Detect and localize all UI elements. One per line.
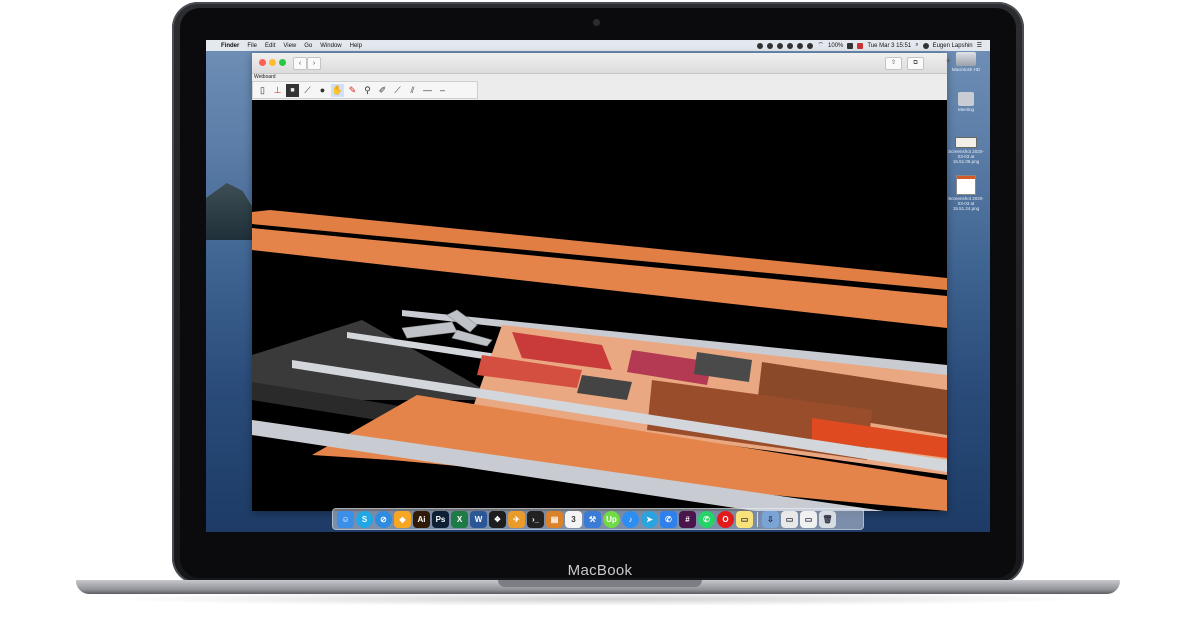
line-tool-icon[interactable]: ⟋: [391, 84, 404, 97]
document-stack-icon[interactable]: ▭: [800, 510, 817, 528]
flag-icon[interactable]: [857, 42, 864, 49]
messenger-icon[interactable]: ✆: [660, 510, 677, 528]
word-icon[interactable]: W: [470, 510, 487, 528]
upwork-icon[interactable]: Up: [603, 510, 620, 528]
hard-drive-icon: [956, 52, 976, 66]
dash-tool-icon[interactable]: –: [436, 84, 449, 97]
layer-tool-icon[interactable]: ■: [286, 83, 299, 97]
illustrator-icon[interactable]: Ai: [413, 510, 430, 528]
tool-palette: ▯ ⊥ ■ ⟋ ● ✋ ✎ ⚲ ✐ ⟋ ⫽ — –: [252, 81, 478, 99]
finder-icon[interactable]: ☺: [337, 510, 354, 528]
control-center-icon[interactable]: ☰: [977, 42, 982, 49]
trash-icon[interactable]: 🗑: [819, 510, 836, 528]
forward-button[interactable]: ›: [307, 57, 321, 70]
folder-icon: [958, 92, 974, 106]
menu-edit[interactable]: Edit: [265, 43, 275, 49]
flat-line-tool-icon[interactable]: —: [421, 84, 434, 97]
page-tool-icon[interactable]: ▯: [256, 84, 269, 97]
menu-go[interactable]: Go: [304, 43, 312, 49]
calendar-icon[interactable]: 3: [565, 510, 582, 528]
tabs-button[interactable]: ⧉: [907, 57, 924, 70]
opera-icon[interactable]: O: [717, 510, 734, 528]
back-button[interactable]: ‹: [293, 57, 307, 70]
search-icon[interactable]: ⌕: [915, 42, 918, 49]
multi-line-tool-icon[interactable]: ⫽: [406, 84, 419, 97]
menu-bar: Finder File Edit View Go Window Help ⌔ 1…: [206, 40, 990, 51]
3d-scene: [252, 210, 947, 511]
user-name[interactable]: Eugen Lapshin: [933, 43, 973, 49]
status-area: ⌔ 100% Tue Mar 3 15:51 ⌕ Eugen Lapshin ☰: [757, 40, 982, 51]
skype-icon[interactable]: S: [356, 510, 373, 528]
camera-icon: [593, 19, 600, 26]
notes-icon[interactable]: ▭: [736, 510, 753, 528]
status-app-icon[interactable]: [787, 42, 794, 49]
pin-tool-icon[interactable]: ✎: [346, 84, 359, 97]
desktop-icon-meeting[interactable]: Meeting: [946, 92, 986, 112]
slack-icon[interactable]: #: [679, 510, 696, 528]
title-bar[interactable]: ‹ › ⇧ ⧉ +: [252, 53, 951, 74]
bluetooth-icon[interactable]: [807, 42, 814, 49]
terminal-icon[interactable]: ›_: [527, 510, 544, 528]
xcode-icon[interactable]: ⚒: [584, 510, 601, 528]
device-brand: MacBook: [567, 562, 633, 579]
desktop-icon-screenshot-2[interactable]: Screenshot 2020-03-03 at 15.51.24.png: [946, 175, 986, 211]
brush-tool-icon[interactable]: ✐: [376, 84, 389, 97]
desktop: Finder File Edit View Go Window Help ⌔ 1…: [206, 40, 990, 532]
desktop-icon-hd[interactable]: Macintosh HD: [946, 52, 986, 72]
app-title: Wetboard: [254, 74, 276, 80]
knife-tool-icon[interactable]: ⟋: [301, 84, 314, 97]
laptop-notch: [498, 580, 702, 587]
menu-view[interactable]: View: [283, 43, 296, 49]
sketch-icon[interactable]: ◆: [394, 510, 411, 528]
image-file-icon: [956, 175, 976, 195]
wallpaper-island: [206, 183, 258, 240]
menu-window[interactable]: Window: [320, 43, 341, 49]
status-app-icon[interactable]: [797, 42, 804, 49]
desktop-icon-screenshot-1[interactable]: Screenshot 2020-03-03 at 15.51.06.png: [946, 137, 986, 164]
user-icon[interactable]: [922, 42, 929, 49]
dock: ☺ S ⊘ ◆ Ai Ps X W ❖ ✈ ›_ ▤ 3 ⚒ Up ♪ ➤ ✆ # ✆ O ▭ ⇩ ▭ ▭ 🗑: [332, 508, 864, 530]
menu-help[interactable]: Help: [350, 43, 362, 49]
image-file-icon: [955, 137, 977, 148]
photoshop-icon[interactable]: Ps: [432, 510, 449, 528]
figma-icon[interactable]: ❖: [489, 510, 506, 528]
menu-app-name[interactable]: Finder: [221, 43, 239, 49]
music-icon[interactable]: ♪: [622, 510, 639, 528]
excel-icon[interactable]: X: [451, 510, 468, 528]
wifi-icon[interactable]: ⌔: [817, 41, 824, 50]
safari-icon[interactable]: ⊘: [375, 510, 392, 528]
status-app-icon[interactable]: [777, 42, 784, 49]
whatsapp-icon[interactable]: ✆: [698, 510, 715, 528]
battery-icon[interactable]: [847, 42, 854, 49]
minimize-window-icon[interactable]: [269, 59, 276, 66]
laptop-shadow: [96, 592, 1100, 606]
app-window: ‹ › ⇧ ⧉ + Wetboard ▯ ⊥ ■ ⟋ ● ✋ ✎ ⚲ ✐ ⟋ ⫽ — –: [252, 53, 951, 511]
marker-tool-icon[interactable]: ⊥: [271, 84, 284, 97]
screenshot-stack-icon[interactable]: ▭: [781, 510, 798, 528]
grab-tool-icon[interactable]: ✋: [331, 83, 344, 97]
downloads-stack-icon[interactable]: ⇩: [762, 510, 779, 528]
zoom-window-icon[interactable]: [279, 59, 286, 66]
status-app-icon[interactable]: [767, 42, 774, 49]
status-app-icon[interactable]: [757, 42, 764, 49]
transmit-icon[interactable]: ✈: [508, 510, 525, 528]
clock[interactable]: Tue Mar 3 15:51: [867, 43, 911, 49]
3d-viewport[interactable]: [252, 100, 947, 511]
books-icon[interactable]: ▤: [546, 510, 563, 528]
probe-tool-icon[interactable]: ⚲: [361, 84, 374, 97]
menu-file[interactable]: File: [247, 43, 257, 49]
sphere-tool-icon[interactable]: ●: [316, 84, 329, 97]
close-window-icon[interactable]: [259, 59, 266, 66]
dock-separator: [757, 511, 758, 527]
battery-percent[interactable]: 100%: [828, 43, 843, 49]
share-button[interactable]: ⇧: [885, 57, 902, 70]
telegram-icon[interactable]: ➤: [641, 510, 658, 528]
